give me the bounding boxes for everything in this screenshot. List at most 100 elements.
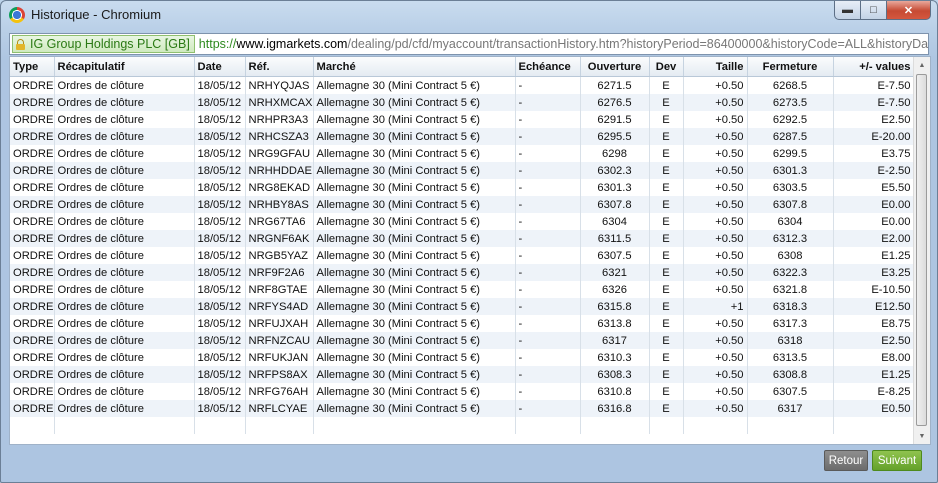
- minimize-icon: ▬: [842, 4, 853, 16]
- cell-pnl: E8.75: [833, 315, 915, 332]
- cell-close: 6322.3: [747, 264, 834, 281]
- table-row[interactable]: ORDRE Ordres de clôture 18/05/12 NRFUJXAH Al…: [10, 315, 915, 332]
- cell-currency: E: [649, 281, 684, 298]
- cell-type: ORDRE: [10, 400, 55, 417]
- cell-date: 18/05/12: [194, 383, 246, 400]
- cell-open: 6317: [580, 332, 650, 349]
- close-button[interactable]: ✕: [887, 1, 931, 20]
- cell-open: 6310.8: [580, 383, 650, 400]
- column-header-currency[interactable]: Dev: [649, 57, 684, 77]
- table-row[interactable]: ORDRE Ordres de clôture 18/05/12 NRHBY8AS Al…: [10, 196, 915, 213]
- cell-empty: [194, 417, 246, 434]
- cell-close: 6287.5: [747, 128, 834, 145]
- column-header-summary[interactable]: Récapitulatif: [54, 57, 195, 77]
- cell-market: Allemagne 30 (Mini Contract 5 €): [313, 315, 516, 332]
- cell-summary: Ordres de clôture: [54, 315, 195, 332]
- column-header-close[interactable]: Fermeture: [747, 57, 834, 77]
- minimize-button[interactable]: ▬: [834, 1, 861, 20]
- cell-summary: Ordres de clôture: [54, 94, 195, 111]
- cell-summary: Ordres de clôture: [54, 76, 195, 94]
- title-bar[interactable]: Historique - Chromium ▬ □ ✕: [1, 1, 937, 29]
- cell-close: 6307.8: [747, 196, 834, 213]
- cell-ref: NRFLCYAE: [245, 400, 314, 417]
- cell-type: ORDRE: [10, 315, 55, 332]
- table-row[interactable]: ORDRE Ordres de clôture 18/05/12 NRG8EKAD Al…: [10, 179, 915, 196]
- cell-market: Allemagne 30 (Mini Contract 5 €): [313, 94, 516, 111]
- table-row[interactable]: ORDRE Ordres de clôture 18/05/12 NRFNZCAU Al…: [10, 332, 915, 349]
- cell-type: ORDRE: [10, 247, 55, 264]
- cell-close: 6318: [747, 332, 834, 349]
- table-row[interactable]: ORDRE Ordres de clôture 18/05/12 NRFUKJAN Al…: [10, 349, 915, 366]
- back-button[interactable]: Retour: [824, 450, 868, 471]
- ev-certificate-badge[interactable]: IG Group Holdings PLC [GB]: [12, 35, 195, 53]
- cell-size: +1: [683, 298, 748, 315]
- cell-summary: Ordres de clôture: [54, 332, 195, 349]
- table-row[interactable]: ORDRE Ordres de clôture 18/05/12 NRHXMCAX Al…: [10, 94, 915, 111]
- cell-open: 6315.8: [580, 298, 650, 315]
- cell-expiry: -: [515, 264, 581, 281]
- next-button[interactable]: Suivant: [872, 450, 922, 471]
- cell-date: 18/05/12: [194, 213, 246, 230]
- column-header-ref[interactable]: Réf.: [245, 57, 314, 77]
- cell-currency: E: [649, 315, 684, 332]
- cell-market: Allemagne 30 (Mini Contract 5 €): [313, 76, 516, 94]
- table-row[interactable]: ORDRE Ordres de clôture 18/05/12 NRFYS4AD Al…: [10, 298, 915, 315]
- cell-open: 6304: [580, 213, 650, 230]
- table-row[interactable]: ORDRE Ordres de clôture 18/05/12 NRF8GTAE Al…: [10, 281, 915, 298]
- cell-currency: E: [649, 298, 684, 315]
- cell-pnl: E2.50: [833, 111, 915, 128]
- cell-size: +0.50: [683, 247, 748, 264]
- cell-ref: NRFUKJAN: [245, 349, 314, 366]
- table-row[interactable]: ORDRE Ordres de clôture 18/05/12 NRFG76AH Al…: [10, 383, 915, 400]
- cell-currency: E: [649, 332, 684, 349]
- cell-ref: NRHPR3A3: [245, 111, 314, 128]
- cell-expiry: -: [515, 281, 581, 298]
- cell-open: 6308.3: [580, 366, 650, 383]
- cell-empty: [649, 417, 684, 434]
- table-row[interactable]: ORDRE Ordres de clôture 18/05/12 NRFPS8AX Al…: [10, 366, 915, 383]
- column-header-pnl[interactable]: +/- values: [833, 57, 915, 77]
- cell-size: +0.50: [683, 230, 748, 247]
- cell-currency: E: [649, 128, 684, 145]
- table-row[interactable]: ORDRE Ordres de clôture 18/05/12 NRHYQJAS Al…: [10, 76, 915, 94]
- cell-expiry: -: [515, 145, 581, 162]
- column-header-size[interactable]: Taille: [683, 57, 748, 77]
- cell-type: ORDRE: [10, 298, 55, 315]
- cell-type: ORDRE: [10, 76, 55, 94]
- cell-type: ORDRE: [10, 366, 55, 383]
- table-row[interactable]: ORDRE Ordres de clôture 18/05/12 NRHHDDAE Al…: [10, 162, 915, 179]
- cell-date: 18/05/12: [194, 366, 246, 383]
- table-row[interactable]: ORDRE Ordres de clôture 18/05/12 NRHPR3A3 Al…: [10, 111, 915, 128]
- cell-market: Allemagne 30 (Mini Contract 5 €): [313, 179, 516, 196]
- table-row[interactable]: ORDRE Ordres de clôture 18/05/12 NRGNF6AK Al…: [10, 230, 915, 247]
- table-row[interactable]: ORDRE Ordres de clôture 18/05/12 NRFLCYAE Al…: [10, 400, 915, 417]
- cell-market: Allemagne 30 (Mini Contract 5 €): [313, 264, 516, 281]
- cell-pnl: E3.25: [833, 264, 915, 281]
- scrollbar-thumb[interactable]: [916, 74, 927, 426]
- table-row[interactable]: ORDRE Ordres de clôture 18/05/12 NRGB5YAZ Al…: [10, 247, 915, 264]
- table-row[interactable]: ORDRE Ordres de clôture 18/05/12 NRHCSZA3 Al…: [10, 128, 915, 145]
- maximize-button[interactable]: □: [861, 1, 887, 20]
- table-row[interactable]: ORDRE Ordres de clôture 18/05/12 NRF9F2A6 Al…: [10, 264, 915, 281]
- column-header-open[interactable]: Ouverture: [580, 57, 650, 77]
- cell-empty: [313, 417, 516, 434]
- cell-size: +0.50: [683, 264, 748, 281]
- column-header-expiry[interactable]: Echéance: [515, 57, 581, 77]
- scroll-up-arrow-icon[interactable]: ▲: [914, 57, 930, 73]
- cell-summary: Ordres de clôture: [54, 145, 195, 162]
- cell-summary: Ordres de clôture: [54, 366, 195, 383]
- scroll-down-arrow-icon[interactable]: ▼: [914, 428, 930, 444]
- cell-summary: Ordres de clôture: [54, 281, 195, 298]
- cell-summary: Ordres de clôture: [54, 400, 195, 417]
- column-header-date[interactable]: Date: [194, 57, 246, 77]
- cell-open: 6307.8: [580, 196, 650, 213]
- table-row[interactable]: ORDRE Ordres de clôture 18/05/12 NRG9GFAU Al…: [10, 145, 915, 162]
- url-text[interactable]: https://www.igmarkets.com/dealing/pd/cfd…: [199, 37, 928, 51]
- address-bar[interactable]: IG Group Holdings PLC [GB] https://www.i…: [9, 33, 929, 55]
- vertical-scrollbar[interactable]: ▲ ▼: [913, 57, 930, 444]
- cell-type: ORDRE: [10, 145, 55, 162]
- cell-open: 6310.3: [580, 349, 650, 366]
- column-header-type[interactable]: Type: [10, 57, 55, 77]
- column-header-market[interactable]: Marché: [313, 57, 516, 77]
- table-row[interactable]: ORDRE Ordres de clôture 18/05/12 NRG67TA6 Al…: [10, 213, 915, 230]
